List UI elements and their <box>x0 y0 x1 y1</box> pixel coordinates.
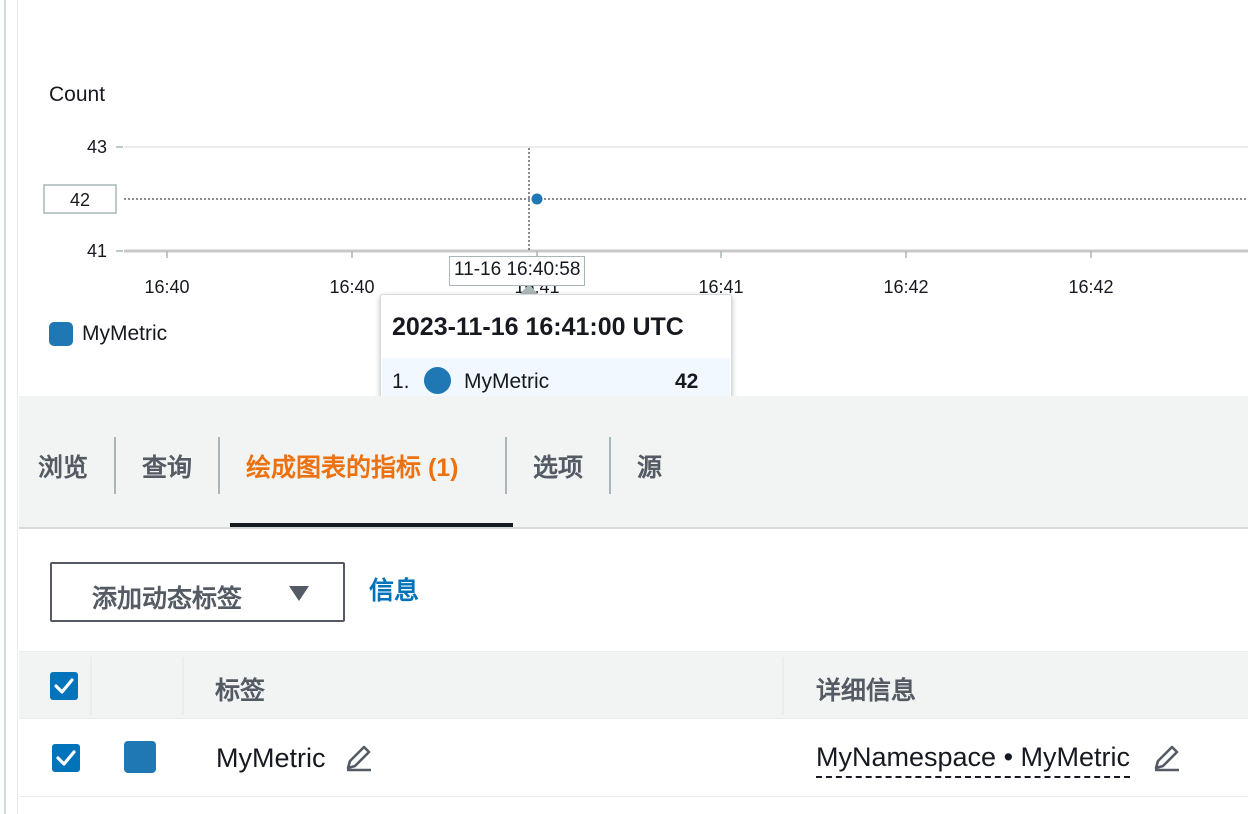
metric-label: MyMetric <box>216 743 326 773</box>
tab-graphed-metrics[interactable]: 绘成图表的指标 (1) <box>246 448 459 484</box>
tab-divider <box>505 437 507 494</box>
caret-down-icon <box>289 586 309 601</box>
x-tick-label: 16:40 <box>144 277 189 297</box>
x-tick-label: 16:40 <box>329 277 374 297</box>
metrics-tab-bar: 浏览 查询 绘成图表的指标 (1) 选项 源 <box>19 396 1248 529</box>
legend-label: MyMetric <box>82 322 168 345</box>
check-icon <box>56 750 76 766</box>
tooltip-series-dot-icon <box>424 367 451 394</box>
info-link[interactable]: 信息 <box>369 571 419 607</box>
graphed-metrics-panel: 添加动态标签 信息 标签 详细信息 MyMetric MyNamespace •… <box>19 531 1248 814</box>
active-tab-indicator <box>230 523 513 527</box>
row-checkbox[interactable] <box>52 744 80 772</box>
pencil-icon[interactable] <box>344 742 374 772</box>
tab-divider <box>114 437 116 494</box>
legend-swatch <box>49 322 73 346</box>
y-tick-label: 43 <box>87 137 107 157</box>
metric-details[interactable]: MyNamespace • MyMetric <box>816 742 1131 778</box>
tab-options[interactable]: 选项 <box>533 448 583 484</box>
column-divider <box>90 657 92 715</box>
y-hover-label: 42 <box>70 190 90 210</box>
column-divider <box>182 657 184 715</box>
column-header-details[interactable]: 详细信息 <box>816 671 916 707</box>
x-tick-label: 16:42 <box>883 277 928 297</box>
tab-source[interactable]: 源 <box>637 448 662 484</box>
chart-area: Count 43 41 16:40 16:40 16:41 16:41 16:42 16:42… <box>19 0 1248 407</box>
column-header-label[interactable]: 标签 <box>215 671 265 707</box>
left-edge-border <box>0 0 18 814</box>
check-icon <box>54 678 74 694</box>
series-color-swatch[interactable] <box>124 741 156 773</box>
chart-legend: MyMetric <box>49 322 167 346</box>
select-all-checkbox[interactable] <box>50 672 78 700</box>
tooltip-series-value: 42 <box>675 370 699 393</box>
data-point <box>531 193 543 205</box>
table-row: MyMetric MyNamespace • MyMetric <box>19 719 1248 797</box>
pencil-icon[interactable] <box>1152 742 1182 772</box>
tab-divider <box>218 437 220 494</box>
add-dynamic-label-text: 添加动态标签 <box>92 585 243 613</box>
tab-browse[interactable]: 浏览 <box>38 448 88 484</box>
tab-divider <box>609 437 611 494</box>
tooltip-series-name: MyMetric <box>464 370 550 393</box>
chart-tooltip: 2023-11-16 16:41:00 UTC 1. MyMetric 42 <box>380 294 732 407</box>
y-tick-label: 41 <box>87 241 107 261</box>
column-divider <box>782 657 784 715</box>
table-header: 标签 详细信息 <box>19 651 1248 719</box>
add-dynamic-label-dropdown[interactable]: 添加动态标签 <box>50 562 345 622</box>
tooltip-row-index: 1. <box>392 370 410 393</box>
tooltip-title: 2023-11-16 16:41:00 UTC <box>392 313 684 341</box>
hover-time-label: 11-16 16:40:58 <box>449 256 586 286</box>
x-tick-label: 16:42 <box>1068 277 1113 297</box>
tab-query[interactable]: 查询 <box>142 448 192 484</box>
